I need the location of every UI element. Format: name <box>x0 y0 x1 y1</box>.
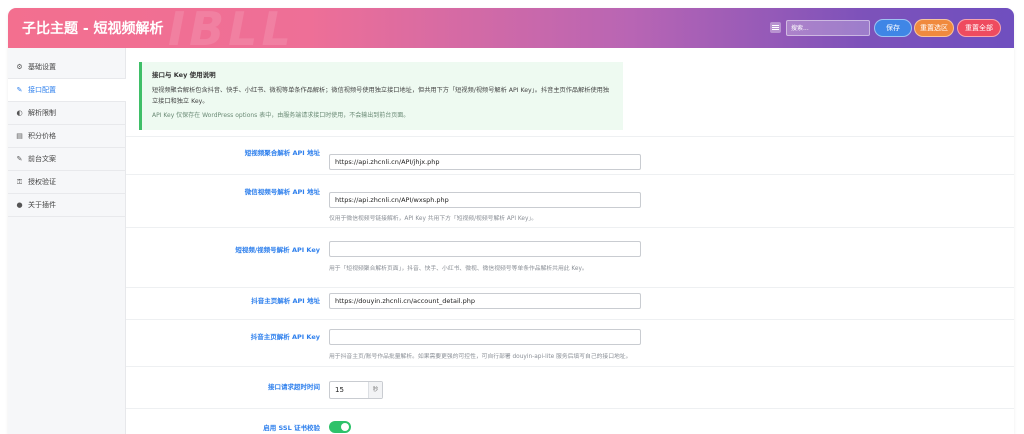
field-row-timeout: 接口请求超时时间 15 秒 <box>126 366 1014 408</box>
sidebar-item-label: 授权验证 <box>28 178 56 186</box>
sidebar-item-label: 积分价格 <box>28 132 56 140</box>
field-label: 短视频/视频号解析 API Key <box>235 246 320 254</box>
notice-text: 短视频聚合解析包含抖音、快手、小红书、微视等单条作品解析；微信视频号使用独立接口… <box>152 87 610 105</box>
gear-icon: ⚙ <box>16 63 23 71</box>
sidebar: ⚙ 基础设置 ✎ 接口配置 ◐ 解析限制 ▤ 积分价格 ✎ 前台文案 ⚿ 授权验… <box>8 48 126 434</box>
notice-note: API Key 仅保存在 WordPress options 表中，由服务端请求… <box>152 112 410 119</box>
shortvideo-key-input[interactable] <box>329 241 641 257</box>
pencil-icon: ✎ <box>16 155 23 163</box>
field-row-douyin-home-url: 抖音主页解析 API 地址 <box>126 287 1014 319</box>
reset-all-button[interactable]: 重置全部 <box>957 19 1001 37</box>
toggle-knob <box>341 423 349 431</box>
info-icon: ● <box>16 201 23 209</box>
field-row-ssl: 启用 SSL 证书校验 <box>126 408 1014 434</box>
reset-section-button[interactable]: 重置选区 <box>914 19 954 37</box>
sidebar-item-api[interactable]: ✎ 接口配置 <box>8 79 126 102</box>
timeout-unit: 秒 <box>368 382 382 398</box>
sidebar-item-copy[interactable]: ✎ 前台文案 <box>8 148 126 171</box>
sidebar-item-label: 前台文案 <box>28 155 56 163</box>
douyin-home-key-input[interactable] <box>329 329 641 345</box>
plug-icon: ✎ <box>16 86 23 94</box>
settings-panel: IBLL 子比主题 - 短视频解析 保存 重置选区 重置全部 ⚙ 基础设置 ✎ … <box>8 8 1014 434</box>
database-icon: ▤ <box>16 132 23 140</box>
sidebar-item-basic[interactable]: ⚙ 基础设置 <box>8 56 126 79</box>
field-label: 微信视频号解析 API 地址 <box>244 188 320 196</box>
field-row-shortvideo-key: 短视频/视频号解析 API Key 用于「短视频聚合解析页面」，抖音、快手、小红… <box>126 227 1014 287</box>
ssl-toggle[interactable] <box>329 421 351 433</box>
key-icon: ⚿ <box>16 178 23 186</box>
page-title: 子比主题 - 短视频解析 <box>22 21 164 37</box>
wechat-url-input[interactable] <box>329 192 641 208</box>
field-description: 仅用于微信视频号链接解析，API Key 共用下方「短视频/视频号解析 API … <box>329 216 538 222</box>
field-label: 启用 SSL 证书校验 <box>263 424 320 432</box>
field-row-wechat-url: 微信视频号解析 API 地址 仅用于微信视频号链接解析，API Key 共用下方… <box>126 174 1014 227</box>
timeout-value: 15 <box>335 386 344 394</box>
field-description: 用于「短视频聚合解析页面」，抖音、快手、小红书、微视、微信视频号等单条作品解析共… <box>329 266 588 272</box>
shield-icon: ◐ <box>16 109 23 117</box>
info-notice: 接口与 Key 使用说明 短视频聚合解析包含抖音、快手、小红书、微视等单条作品解… <box>139 62 623 130</box>
field-label: 抖音主页解析 API Key <box>250 333 320 341</box>
sidebar-item-about[interactable]: ● 关于插件 <box>8 194 126 217</box>
save-button[interactable]: 保存 <box>874 19 912 37</box>
field-label: 短视频聚合解析 API 地址 <box>244 149 320 157</box>
field-description: 用于抖音主页/账号作品批量解析。如果需要更强的可控性，可自行部署 douyin-… <box>329 354 632 360</box>
sidebar-item-label: 接口配置 <box>28 86 56 94</box>
field-label: 抖音主页解析 API 地址 <box>251 297 320 305</box>
list-icon[interactable] <box>770 22 781 33</box>
sidebar-item-limits[interactable]: ◐ 解析限制 <box>8 102 126 125</box>
sidebar-item-points[interactable]: ▤ 积分价格 <box>8 125 126 148</box>
field-label: 接口请求超时时间 <box>268 383 320 391</box>
sidebar-item-license[interactable]: ⚿ 授权验证 <box>8 171 126 194</box>
sidebar-item-label: 关于插件 <box>28 201 56 209</box>
sidebar-item-label: 解析限制 <box>28 109 56 117</box>
field-row-aggregate-url: 短视频聚合解析 API 地址 <box>126 136 1014 174</box>
search-input[interactable] <box>786 20 870 36</box>
notice-title: 接口与 Key 使用说明 <box>152 71 216 79</box>
timeout-input[interactable]: 15 秒 <box>329 381 383 399</box>
page: IBLL 子比主题 - 短视频解析 保存 重置选区 重置全部 ⚙ 基础设置 ✎ … <box>0 0 1024 434</box>
douyin-home-url-input[interactable] <box>329 293 641 309</box>
aggregate-url-input[interactable] <box>329 154 641 170</box>
main-content: 接口与 Key 使用说明 短视频聚合解析包含抖音、快手、小红书、微视等单条作品解… <box>126 48 1014 434</box>
header-bar: IBLL 子比主题 - 短视频解析 保存 重置选区 重置全部 <box>8 8 1014 56</box>
sidebar-item-label: 基础设置 <box>28 63 56 71</box>
